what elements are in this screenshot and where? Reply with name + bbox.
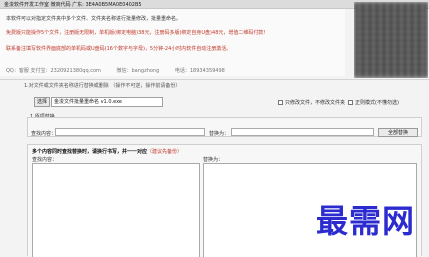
contact-row: QQ：客服 支付宝：2320921380qq.com 微信：bangzhong … xyxy=(6,67,239,74)
watermark-logo: 最需网 xyxy=(316,202,416,240)
file-toolbar: 选择 金浚文件批量重命名 v1.0.exe 只修改文件，不修改文件夹 正则模式(… xyxy=(30,96,425,108)
multi-replace-note: （建议先备份） xyxy=(147,149,183,155)
multi-replace-title: 多个内容同时查找替换时，请换行书写，并一一对应（建议先备份） xyxy=(32,148,182,155)
multi-replace-title-text: 多个内容同时查找替换时，请换行书写，并一一对应 xyxy=(32,149,148,155)
multi-find-textarea[interactable] xyxy=(32,163,200,257)
find-label: 查找内容： xyxy=(31,131,57,137)
only-files-label: 只修改文件，不修改文件夹 xyxy=(285,100,346,106)
find-input[interactable] xyxy=(55,128,205,136)
regex-option[interactable]: 正则模式(不懂勿选) xyxy=(348,99,399,106)
info-line-3: 联系备注填写软件界面底部的单机码或U盘码(16个数字与字母)，5分钟-24小时内… xyxy=(6,46,232,52)
multi-find-label: 查找内容： xyxy=(32,157,58,163)
qr-code-image xyxy=(354,2,428,78)
info-line-2: 免费版只能操作5个文件，注册版无限制，单机版(绑定电脑)38元，注册码多版(绑定… xyxy=(6,30,269,36)
regex-label: 正则模式(不懂勿选) xyxy=(355,100,399,106)
replace-label: 替换为： xyxy=(209,131,230,137)
regex-checkbox[interactable] xyxy=(348,100,353,105)
select-file-button[interactable]: 选择 xyxy=(34,97,50,107)
only-files-checkbox[interactable] xyxy=(278,100,283,105)
divider xyxy=(0,79,429,80)
replace-all-button[interactable]: 全部替换 xyxy=(378,128,418,137)
info-line-1: 本软件可以对指定文件夹中多个文件、文件夹名称进行批量修改，批量重命名。 xyxy=(6,16,182,22)
window-title: 金浚软件开发工作室 微商代码 广东: 3E4A0B5MA0E0402B5 xyxy=(4,2,142,8)
single-replace-section: 查找内容： 替换为： 全部替换 xyxy=(27,117,422,137)
contact-wechat: 微信：bangzhong xyxy=(116,68,160,74)
contact-phone: 电话：18934359498 xyxy=(174,68,225,74)
replace-input[interactable] xyxy=(231,128,374,136)
mode-label: 1.对文件或文件夹名称进行替换或删除 （操作不可逆，操作前请备份） xyxy=(24,83,181,89)
only-files-option[interactable]: 只修改文件，不修改文件夹 xyxy=(278,99,345,106)
multi-replace-label: 替换为： xyxy=(203,157,224,163)
info-panel: 本软件可以对指定文件夹中多个文件、文件夹名称进行批量修改，批量重命名。 免费版只… xyxy=(0,9,345,76)
contact-qq: QQ：客服 支付宝：2320921380qq.com xyxy=(6,68,101,74)
selected-file-field[interactable]: 金浚文件批量重命名 v1.0.exe xyxy=(51,97,163,107)
